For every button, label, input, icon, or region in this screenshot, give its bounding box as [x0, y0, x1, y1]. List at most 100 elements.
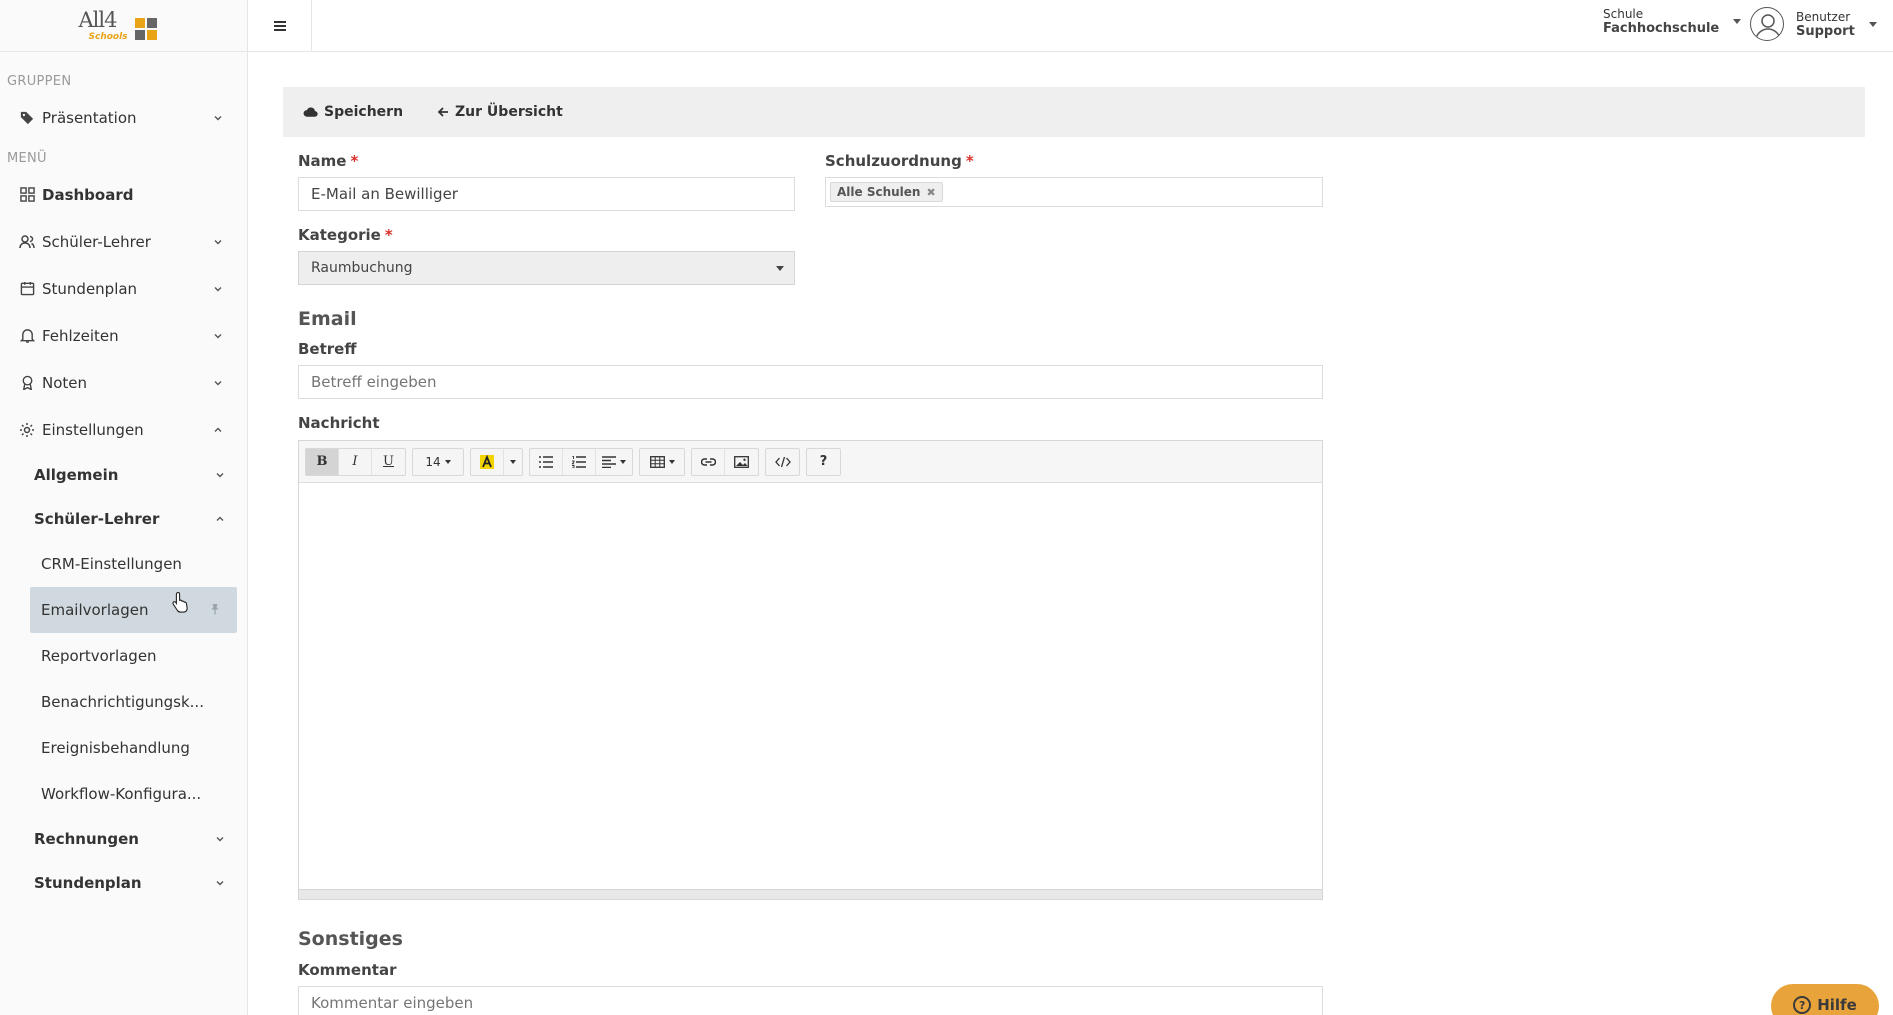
link-icon [700, 457, 716, 466]
chevron-down-icon [215, 830, 225, 848]
paragraph-group [529, 447, 633, 476]
editor-help-button[interactable]: ? [807, 449, 840, 475]
underline-button[interactable]: U [372, 449, 405, 475]
subject-label: Betreff [298, 340, 357, 358]
bell-icon [18, 327, 36, 345]
sidebar-item-noten[interactable]: Noten [0, 359, 247, 406]
chevron-down-icon [211, 376, 225, 390]
save-button-label: Speichern [324, 104, 404, 120]
table-group [639, 447, 685, 476]
code-view-button[interactable] [766, 449, 799, 475]
sidebar-leaf-crm-einstellungen[interactable]: CRM-Einstellungen [0, 541, 247, 587]
menu-toggle-button[interactable] [248, 0, 312, 52]
topbar: Schule Fachhochschule Benutzer Support [248, 0, 1893, 52]
menu-section-label: MENÜ [7, 150, 47, 166]
school-tag-label: Alle Schulen [837, 185, 921, 199]
sidebar-item-praesentation[interactable]: Präsentation [0, 94, 247, 141]
sidebar-leaf-label: Ereignisbehandlung [41, 739, 190, 757]
sidebar-subitem-rechnungen[interactable]: Rechnungen [0, 817, 247, 861]
bullet-list-icon [539, 455, 553, 468]
align-left-icon [602, 455, 616, 468]
school-selector[interactable]: Schule Fachhochschule [1603, 7, 1742, 36]
help-button[interactable]: ? Hilfe [1771, 984, 1879, 1015]
comment-input[interactable] [298, 986, 1323, 1015]
editor-resize-handle[interactable] [299, 889, 1322, 899]
table-icon [649, 455, 665, 468]
hand-cursor-icon [172, 591, 190, 617]
subject-input[interactable] [298, 365, 1323, 399]
insert-image-button[interactable] [725, 449, 758, 475]
calendar-icon [18, 280, 36, 298]
required-mark: * [350, 152, 359, 170]
color-dropdown-button[interactable] [504, 449, 522, 475]
sidebar-leaf-emailvorlagen[interactable]: Emailvorlagen [30, 587, 237, 633]
code-icon [774, 456, 791, 467]
insert-link-button[interactable] [692, 448, 725, 475]
editor-content-area[interactable] [299, 483, 1322, 888]
user-menu[interactable]: Benutzer Support [1750, 7, 1877, 41]
pin-icon[interactable] [209, 603, 223, 617]
category-select-value: Raumbuchung [311, 260, 413, 276]
sidebar-item-schueler-lehrer[interactable]: Schüler-Lehrer [0, 218, 247, 265]
caret-down-icon [444, 459, 451, 464]
font-size-dropdown[interactable]: 14 [413, 449, 463, 475]
action-toolbar: Speichern Zur Übersicht [283, 87, 1865, 137]
school-tag[interactable]: Alle Schulen ✖ [830, 182, 943, 202]
sidebar-item-einstellungen[interactable]: Einstellungen [0, 406, 247, 453]
name-input[interactable]: E-Mail an Bewilliger [298, 177, 795, 211]
sidebar-item-dashboard[interactable]: Dashboard [0, 171, 247, 218]
category-label-text: Kategorie [298, 226, 381, 244]
school-assign-multiselect[interactable]: Alle Schulen ✖ [825, 177, 1323, 207]
sidebar-leaf-reportvorlagen[interactable]: Reportvorlagen [0, 633, 247, 679]
caret-down-icon [510, 459, 516, 464]
caret-down-icon [1868, 21, 1877, 27]
sidebar-leaf-label: Workflow-Konfigura... [41, 785, 202, 803]
table-dropdown[interactable] [640, 449, 684, 475]
sidebar-subitem-schueler-lehrer[interactable]: Schüler-Lehrer [0, 497, 247, 541]
save-button[interactable]: Speichern [303, 104, 403, 120]
back-button-label: Zur Übersicht [455, 104, 563, 120]
gear-icon [18, 421, 36, 439]
hamburger-icon [273, 19, 286, 33]
highlight-color-button[interactable] [471, 448, 504, 475]
chevron-up-icon [211, 423, 225, 437]
bold-button[interactable]: B [306, 448, 339, 475]
email-section-heading: Email [298, 308, 357, 330]
sidebar-leaf-workflow-konfiguration[interactable]: Workflow-Konfigura... [0, 771, 247, 817]
users-icon [18, 233, 36, 251]
sidebar-subitem-label: Stundenplan [34, 874, 142, 892]
caret-down-icon [668, 459, 675, 464]
logo-text: All4 [78, 7, 118, 32]
logo-area[interactable]: All4 Schools [0, 0, 247, 52]
sidebar-item-label: Noten [42, 373, 88, 392]
sidebar-subitem-stundenplan[interactable]: Stundenplan [0, 861, 247, 905]
grid-icon [18, 186, 36, 204]
school-value: Fachhochschule [1603, 21, 1720, 36]
sidebar-leaf-benachrichtigungsk[interactable]: Benachrichtigungsk... [0, 679, 247, 725]
unordered-list-button[interactable] [530, 448, 563, 475]
back-to-overview-button[interactable]: Zur Übersicht [437, 104, 563, 120]
sidebar-subitem-allgemein[interactable]: Allgemein [0, 453, 247, 497]
chevron-up-icon [215, 510, 225, 528]
chevron-down-icon [211, 329, 225, 343]
sidebar-leaf-ereignisbehandlung[interactable]: Ereignisbehandlung [0, 725, 247, 771]
school-assign-label: Schulzuordnung * [825, 152, 974, 170]
remove-tag-icon[interactable]: ✖ [926, 186, 935, 199]
color-group [470, 447, 523, 476]
code-group [765, 447, 800, 476]
sidebar-item-stundenplan[interactable]: Stundenplan [0, 265, 247, 312]
sidebar-item-label: Schüler-Lehrer [42, 232, 151, 251]
sidebar-item-label: Einstellungen [42, 420, 144, 439]
ordered-list-button[interactable] [563, 448, 596, 475]
align-dropdown[interactable] [596, 449, 632, 475]
category-select[interactable]: Raumbuchung [298, 251, 795, 285]
image-icon [734, 455, 749, 468]
all4schools-logo[interactable]: All4 Schools [79, 6, 169, 46]
award-icon [18, 374, 36, 392]
sidebar-item-fehlzeiten[interactable]: Fehlzeiten [0, 312, 247, 359]
sidebar-item-label: Stundenplan [42, 279, 138, 298]
name-input-value: E-Mail an Bewilliger [311, 185, 458, 203]
italic-button[interactable]: I [339, 448, 372, 475]
school-assign-label-text: Schulzuordnung [825, 152, 962, 170]
insert-group [691, 447, 759, 476]
